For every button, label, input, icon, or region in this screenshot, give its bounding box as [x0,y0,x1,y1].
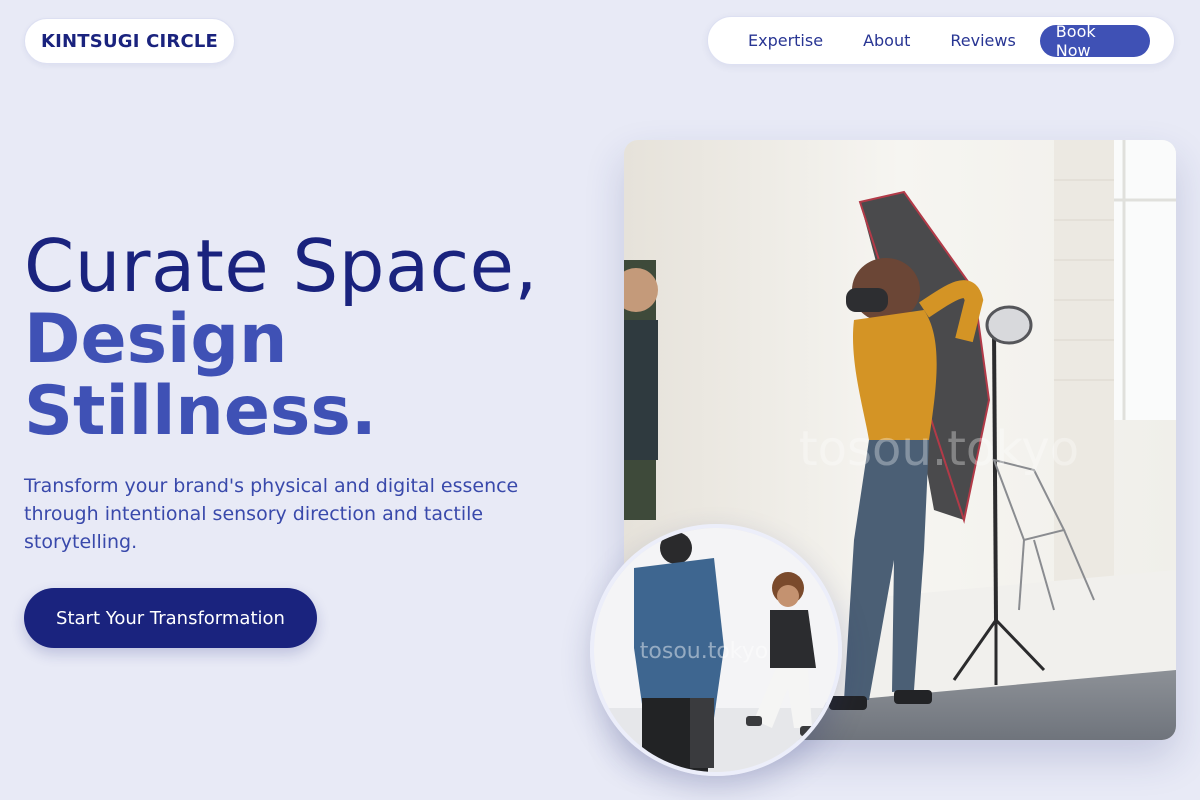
hero-title-line2b: Stillness. [24,372,377,451]
nav-link-about[interactable]: About [863,31,910,50]
hero-title-line2a: Design [24,300,288,379]
brand-logo[interactable]: KINTSUGI CIRCLE [24,18,236,64]
circle-photo-session: tosou.tokyo [590,524,842,776]
nav-link-reviews[interactable]: Reviews [950,31,1015,50]
top-nav: Expertise About Reviews Book Now [707,16,1175,65]
hero-title-line1: Curate Space, [24,224,538,308]
brand-name: KINTSUGI CIRCLE [41,30,219,52]
main-photo-watermark: tosou.tokyo [799,421,1079,477]
nav-link-expertise[interactable]: Expertise [748,31,823,50]
hero-title: Curate Space, Design Stillness. [24,228,584,448]
session-photo-illustration: tosou.tokyo [594,528,838,772]
hero-subtitle: Transform your brand's physical and digi… [24,475,519,553]
start-transformation-button[interactable]: Start Your Transformation [24,588,317,648]
book-now-button[interactable]: Book Now [1039,22,1150,60]
circle-photo-watermark: tosou.tokyo [640,639,768,664]
